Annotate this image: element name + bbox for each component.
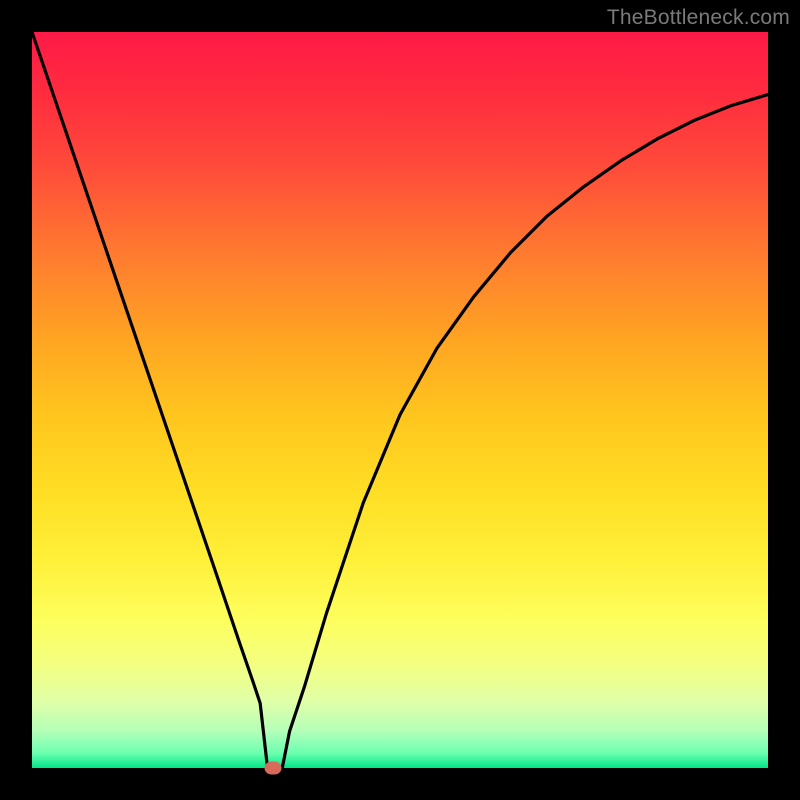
chart-frame: TheBottleneck.com	[0, 0, 800, 800]
chart-plot-area	[32, 32, 768, 768]
bottleneck-curve	[32, 32, 768, 768]
optimal-point-marker	[264, 762, 281, 775]
watermark-text: TheBottleneck.com	[607, 6, 790, 30]
